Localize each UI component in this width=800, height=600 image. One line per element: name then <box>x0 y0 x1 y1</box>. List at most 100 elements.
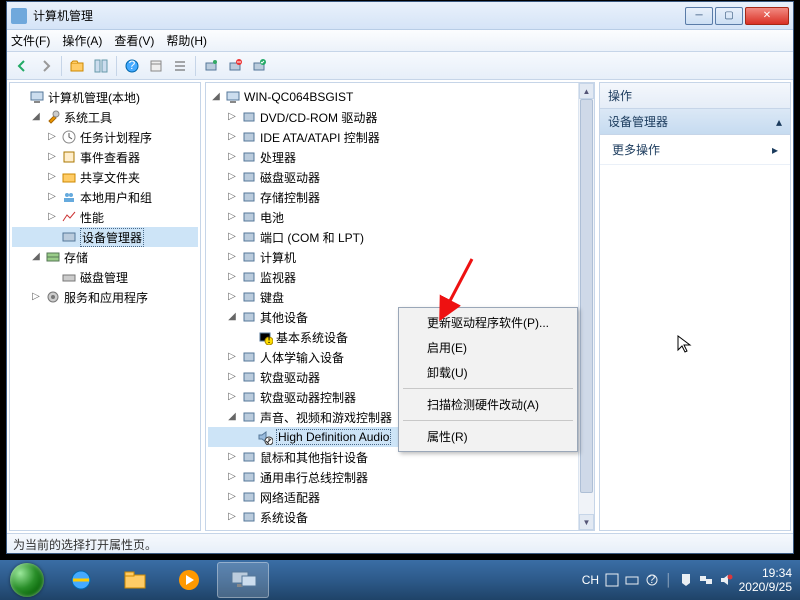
context-menu-item[interactable]: 更新驱动程序软件(P)... <box>401 310 575 335</box>
taskbar-explorer-button[interactable] <box>109 562 161 598</box>
expand-icon[interactable]: ▷ <box>226 252 238 262</box>
context-menu-item[interactable]: 扫描检测硬件改动(A) <box>401 392 575 417</box>
menu-action[interactable]: 操作(A) <box>62 32 102 49</box>
toolbar-show-hide-button[interactable] <box>90 55 112 77</box>
expand-icon[interactable]: ▷ <box>226 212 238 222</box>
device-category[interactable]: ▷端口 (COM 和 LPT) <box>208 227 592 247</box>
device-category[interactable]: ▷通用串行总线控制器 <box>208 467 592 487</box>
action-center-icon[interactable] <box>679 573 693 587</box>
device-category[interactable]: ▷电池 <box>208 207 592 227</box>
system-tray[interactable]: CH ? │ 19:34 2020/9/25 <box>582 566 800 595</box>
menu-view[interactable]: 查看(V) <box>114 32 154 49</box>
minimize-button[interactable]: ─ <box>685 7 713 25</box>
expand-icon[interactable]: ▷ <box>30 292 42 302</box>
scroll-track[interactable] <box>579 99 594 514</box>
expand-icon[interactable]: ▷ <box>226 452 238 462</box>
taskbar-ie-button[interactable] <box>55 562 107 598</box>
expand-icon[interactable]: ▷ <box>46 192 58 202</box>
menu-help[interactable]: 帮助(H) <box>166 32 207 49</box>
expand-icon[interactable]: ▷ <box>226 152 238 162</box>
device-category[interactable]: ▷DVD/CD-ROM 驱动器 <box>208 107 592 127</box>
device-root[interactable]: ◢ WIN-QC064BSGIST <box>208 87 592 107</box>
expand-icon[interactable]: ◢ <box>226 412 238 422</box>
expand-icon[interactable]: ▷ <box>226 512 238 522</box>
taskbar[interactable]: CH ? │ 19:34 2020/9/25 <box>0 560 800 600</box>
expand-icon[interactable]: ▷ <box>226 172 238 182</box>
tree-group-storage[interactable]: ◢存储 <box>12 247 198 267</box>
titlebar[interactable]: 计算机管理 ─ ▢ ✕ <box>7 2 793 30</box>
help-icon[interactable]: ? <box>645 573 659 587</box>
collapse-icon[interactable]: ▴ <box>776 115 782 129</box>
context-menu-item[interactable]: 属性(R) <box>401 424 575 449</box>
device-category[interactable]: ▷处理器 <box>208 147 592 167</box>
toolbar-enable-button[interactable] <box>248 55 270 77</box>
context-menu[interactable]: 更新驱动程序软件(P)...启用(E)卸载(U) 扫描检测硬件改动(A) 属性(R) <box>398 307 578 452</box>
expand-icon[interactable]: ▷ <box>46 172 58 182</box>
toolbar-list-button[interactable] <box>169 55 191 77</box>
expand-icon[interactable]: ▷ <box>226 292 238 302</box>
expand-icon[interactable]: ▷ <box>226 192 238 202</box>
collapse-icon[interactable]: ◢ <box>30 112 42 122</box>
keyboard-icon[interactable] <box>625 573 639 587</box>
device-category[interactable]: ▷监视器 <box>208 267 592 287</box>
toolbar-help-button[interactable]: ? <box>121 55 143 77</box>
toolbar-back-button[interactable] <box>11 55 33 77</box>
expand-icon[interactable]: ▷ <box>46 212 58 222</box>
device-category[interactable]: ▷IDE ATA/ATAPI 控制器 <box>208 127 592 147</box>
tree-group-system-tools[interactable]: ◢ 系统工具 <box>12 107 198 127</box>
expand-icon[interactable]: ▷ <box>226 392 238 402</box>
maximize-button[interactable]: ▢ <box>715 7 743 25</box>
expand-icon[interactable]: ▷ <box>226 132 238 142</box>
expand-icon[interactable]: ▷ <box>226 232 238 242</box>
expand-icon[interactable]: ▷ <box>226 112 238 122</box>
tree-item-performance[interactable]: ▷性能 <box>12 207 198 227</box>
tree-group-services[interactable]: ▷服务和应用程序 <box>12 287 198 307</box>
context-menu-item[interactable]: 启用(E) <box>401 335 575 360</box>
tray-clock[interactable]: 19:34 2020/9/25 <box>739 566 792 595</box>
tree-item-local-users[interactable]: ▷本地用户和组 <box>12 187 198 207</box>
device-category[interactable]: ▷磁盘驱动器 <box>208 167 592 187</box>
expand-icon[interactable]: ▷ <box>226 272 238 282</box>
expand-icon[interactable]: ◢ <box>226 312 238 322</box>
tree-root[interactable]: 计算机管理(本地) <box>12 87 198 107</box>
management-tree[interactable]: 计算机管理(本地) ◢ 系统工具 ▷任务计划程序 ▷事件查看器 ▷共享文件夹 ▷… <box>10 83 200 311</box>
context-menu-item[interactable]: 卸载(U) <box>401 360 575 385</box>
device-category[interactable]: ▷键盘 <box>208 287 592 307</box>
tree-item-task-scheduler[interactable]: ▷任务计划程序 <box>12 127 198 147</box>
collapse-icon[interactable]: ◢ <box>210 92 222 102</box>
expand-icon[interactable]: ▷ <box>226 472 238 482</box>
close-button[interactable]: ✕ <box>745 7 789 25</box>
taskbar-mmc-button[interactable] <box>217 562 269 598</box>
device-category[interactable]: ▷计算机 <box>208 247 592 267</box>
vertical-scrollbar[interactable]: ▲ ▼ <box>578 83 594 530</box>
ime-options-icon[interactable] <box>605 573 619 587</box>
ime-indicator[interactable]: CH <box>582 573 599 587</box>
expand-icon[interactable]: ▷ <box>46 132 58 142</box>
toolbar-forward-button[interactable] <box>35 55 57 77</box>
collapse-icon[interactable]: ◢ <box>30 252 42 262</box>
taskbar-mediaplayer-button[interactable] <box>163 562 215 598</box>
actions-section[interactable]: 设备管理器▴ <box>600 109 790 135</box>
volume-icon[interactable] <box>719 573 733 587</box>
scroll-thumb[interactable] <box>580 99 593 493</box>
toolbar-properties-button[interactable] <box>145 55 167 77</box>
tree-item-shared-folders[interactable]: ▷共享文件夹 <box>12 167 198 187</box>
scroll-down-button[interactable]: ▼ <box>579 514 594 530</box>
action-more[interactable]: 更多操作▸ <box>600 135 790 165</box>
start-button[interactable] <box>0 560 54 600</box>
expand-icon[interactable]: ▷ <box>226 492 238 502</box>
tree-item-event-viewer[interactable]: ▷事件查看器 <box>12 147 198 167</box>
tree-item-disk-mgmt[interactable]: 磁盘管理 <box>12 267 198 287</box>
network-icon[interactable] <box>699 573 713 587</box>
expand-icon[interactable]: ▷ <box>226 352 238 362</box>
expand-icon[interactable]: ▷ <box>226 372 238 382</box>
expand-icon[interactable]: ▷ <box>46 152 58 162</box>
toolbar-up-button[interactable] <box>66 55 88 77</box>
device-category[interactable]: ▷存储控制器 <box>208 187 592 207</box>
device-category[interactable]: ▷系统设备 <box>208 507 592 527</box>
menu-file[interactable]: 文件(F) <box>11 32 50 49</box>
toolbar-scan-button[interactable] <box>200 55 222 77</box>
toolbar-uninstall-button[interactable] <box>224 55 246 77</box>
device-category[interactable]: ▷网络适配器 <box>208 487 592 507</box>
scroll-up-button[interactable]: ▲ <box>579 83 594 99</box>
